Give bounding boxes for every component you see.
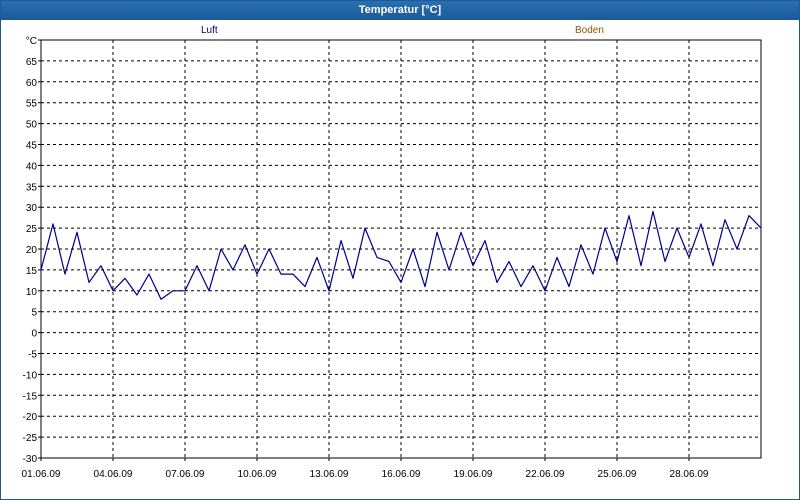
y-tick-label: 30 xyxy=(26,203,38,214)
y-tick-label: °C xyxy=(26,36,37,47)
grid xyxy=(41,40,761,458)
x-tick-label: 19.06.09 xyxy=(454,469,493,480)
y-tick-label: 55 xyxy=(26,99,38,110)
x-tick-label: 01.06.09 xyxy=(22,469,61,480)
x-axis: 01.06.09 04.06.09 07.06.09 10.06.09 13.06.09… xyxy=(22,458,709,480)
temperature-chart: °C65605550454035302520151050-5-10-15-20-… xyxy=(22,36,762,480)
y-tick-label: 45 xyxy=(26,141,38,152)
x-tick-label: 04.06.09 xyxy=(94,469,133,480)
y-tick-label: 65 xyxy=(26,57,38,68)
y-tick-label: -20 xyxy=(23,412,38,423)
y-tick-label: -5 xyxy=(28,350,37,361)
y-axis: °C65605550454035302520151050-5-10-15-20-… xyxy=(23,36,41,465)
y-tick-label: 35 xyxy=(26,182,38,193)
y-tick-label: 40 xyxy=(26,161,38,172)
x-tick-label: 10.06.09 xyxy=(238,469,277,480)
y-tick-label: 60 xyxy=(26,78,38,89)
y-tick-label: 15 xyxy=(26,266,38,277)
y-tick-label: 20 xyxy=(26,245,38,256)
y-tick-label: -15 xyxy=(23,391,38,402)
y-tick-label: 5 xyxy=(31,308,37,319)
y-tick-label: 0 xyxy=(31,329,37,340)
y-tick-label: -25 xyxy=(23,433,38,444)
y-tick-label: -30 xyxy=(23,454,38,465)
x-tick-label: 16.06.09 xyxy=(382,469,421,480)
x-tick-label: 25.06.09 xyxy=(598,469,637,480)
x-tick-label: 22.06.09 xyxy=(526,469,565,480)
y-tick-label: 25 xyxy=(26,224,38,235)
y-tick-label: 10 xyxy=(26,287,38,298)
x-tick-label: 28.06.09 xyxy=(670,469,709,480)
y-tick-label: -10 xyxy=(23,370,38,381)
y-tick-label: 50 xyxy=(26,120,38,131)
x-tick-label: 13.06.09 xyxy=(310,469,349,480)
x-tick-label: 07.06.09 xyxy=(166,469,205,480)
